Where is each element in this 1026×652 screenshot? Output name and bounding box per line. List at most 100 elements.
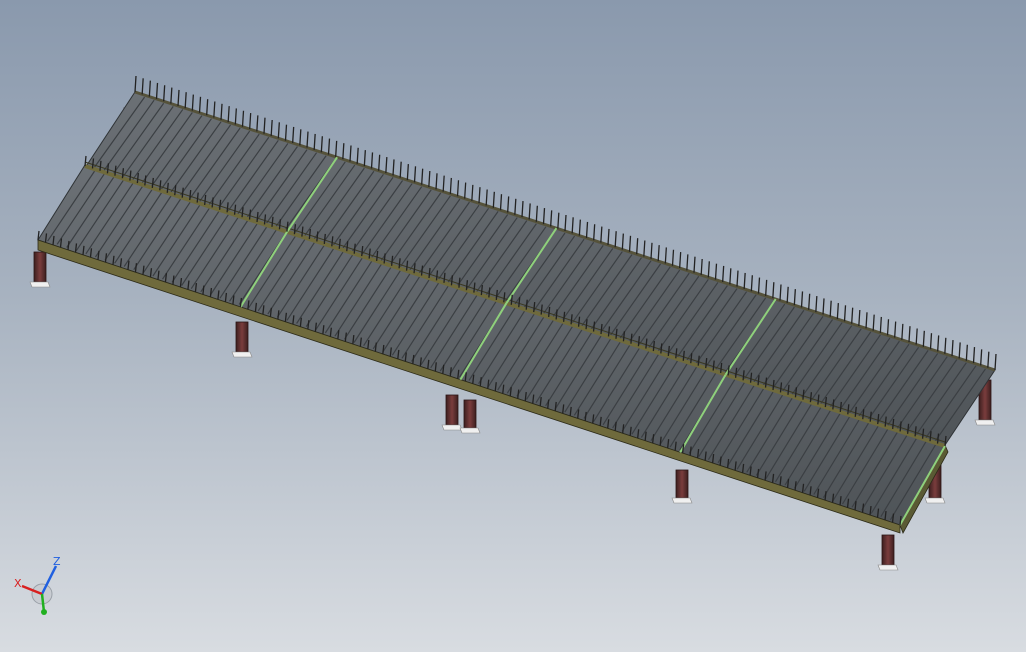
rear-spike: [277, 122, 280, 139]
rear-spike: [772, 282, 775, 299]
coordinate-triad-icon: Z X: [14, 556, 61, 615]
rear-spike: [535, 205, 538, 222]
rear-spike: [965, 344, 968, 361]
rear-spike: [879, 316, 882, 333]
rear-spike: [241, 110, 245, 127]
rear-spike: [292, 126, 295, 144]
rear-spike: [765, 279, 768, 296]
leg-foot: [29, 281, 51, 288]
rear-spike: [198, 96, 202, 113]
rear-spike: [671, 249, 675, 266]
rear-spike: [449, 177, 452, 194]
rear-spike: [858, 309, 861, 327]
rear-spike: [263, 117, 266, 134]
rear-spike: [148, 80, 151, 97]
rear-spike: [693, 256, 696, 273]
rear-spike: [636, 238, 639, 255]
support-leg: [675, 469, 689, 499]
x-axis-label: X: [14, 577, 22, 590]
rear-spike: [729, 268, 732, 285]
rear-spike: [700, 258, 703, 276]
rear-spike: [514, 198, 517, 215]
rear-spike: [320, 136, 323, 153]
rear-spike: [757, 277, 761, 294]
rear-spike: [550, 210, 553, 227]
rear-spike: [155, 82, 159, 99]
rear-spike: [822, 298, 825, 315]
rear-spike: [865, 312, 868, 329]
rear-spike: [657, 245, 660, 262]
rear-spike: [435, 173, 438, 190]
rear-spike: [779, 284, 782, 301]
leg-foot: [441, 424, 463, 431]
rear-spike: [471, 184, 474, 201]
rear-spike: [621, 233, 624, 250]
rear-spike: [284, 124, 288, 141]
rear-spike: [829, 300, 832, 317]
rear-spike: [456, 180, 460, 197]
leg-foot: [231, 351, 253, 358]
rear-spike: [406, 163, 409, 181]
rear-spike: [163, 85, 166, 102]
leg-foot: [459, 427, 481, 434]
rear-spike: [793, 289, 796, 306]
leg-foot: [671, 497, 693, 504]
rear-spike: [851, 307, 854, 324]
rear-spike: [342, 143, 345, 160]
rear-spike: [707, 261, 710, 278]
leg-foot: [924, 497, 946, 504]
rear-spike: [736, 270, 739, 287]
rear-spike: [349, 145, 352, 162]
rear-spike: [134, 75, 137, 93]
rear-spike: [191, 94, 194, 111]
rear-spike: [313, 133, 316, 150]
rear-spike: [808, 293, 811, 310]
platform-model[interactable]: [0, 0, 1026, 652]
rear-spike: [392, 159, 395, 176]
rear-spike: [227, 106, 230, 123]
rear-spike: [507, 196, 510, 213]
rear-spike: [442, 175, 445, 192]
rear-spike: [220, 103, 223, 120]
rear-spike: [786, 286, 789, 303]
rear-spike: [578, 219, 581, 236]
rear-spike: [987, 351, 990, 368]
rear-spike: [922, 330, 925, 347]
rear-spike: [843, 305, 847, 322]
rear-spike: [980, 349, 983, 366]
rear-spike: [464, 182, 467, 199]
rear-spike: [370, 152, 374, 169]
rear-spike: [571, 217, 574, 234]
rear-spike: [428, 170, 431, 188]
rear-spike: [951, 340, 954, 357]
rear-spike: [306, 131, 309, 148]
rear-spike: [958, 342, 961, 359]
rear-spike: [299, 129, 302, 146]
rear-spike: [593, 224, 596, 241]
rear-spike: [894, 321, 897, 338]
rear-spike: [836, 302, 839, 320]
rear-spike: [872, 314, 875, 331]
rear-spike: [206, 99, 209, 116]
rear-spike: [363, 150, 366, 167]
rear-spike: [270, 119, 273, 137]
rear-spike: [937, 335, 940, 352]
rear-spike: [213, 101, 216, 118]
rear-spike: [679, 252, 682, 269]
rear-spike: [815, 296, 818, 313]
rear-spike: [478, 187, 481, 204]
rear-spike: [413, 166, 417, 183]
support-leg: [445, 394, 459, 426]
rear-spike: [485, 189, 488, 206]
rear-spike: [750, 275, 753, 292]
rear-spike: [994, 353, 997, 371]
rear-spike: [585, 221, 589, 238]
rear-spike: [743, 272, 746, 289]
rear-spike: [492, 191, 495, 208]
rear-spike: [170, 87, 173, 104]
support-leg: [463, 399, 477, 429]
rear-spike: [915, 328, 918, 345]
rear-spike: [607, 228, 610, 245]
rear-spike: [686, 254, 689, 271]
cad-viewport[interactable]: Z X: [0, 0, 1026, 652]
